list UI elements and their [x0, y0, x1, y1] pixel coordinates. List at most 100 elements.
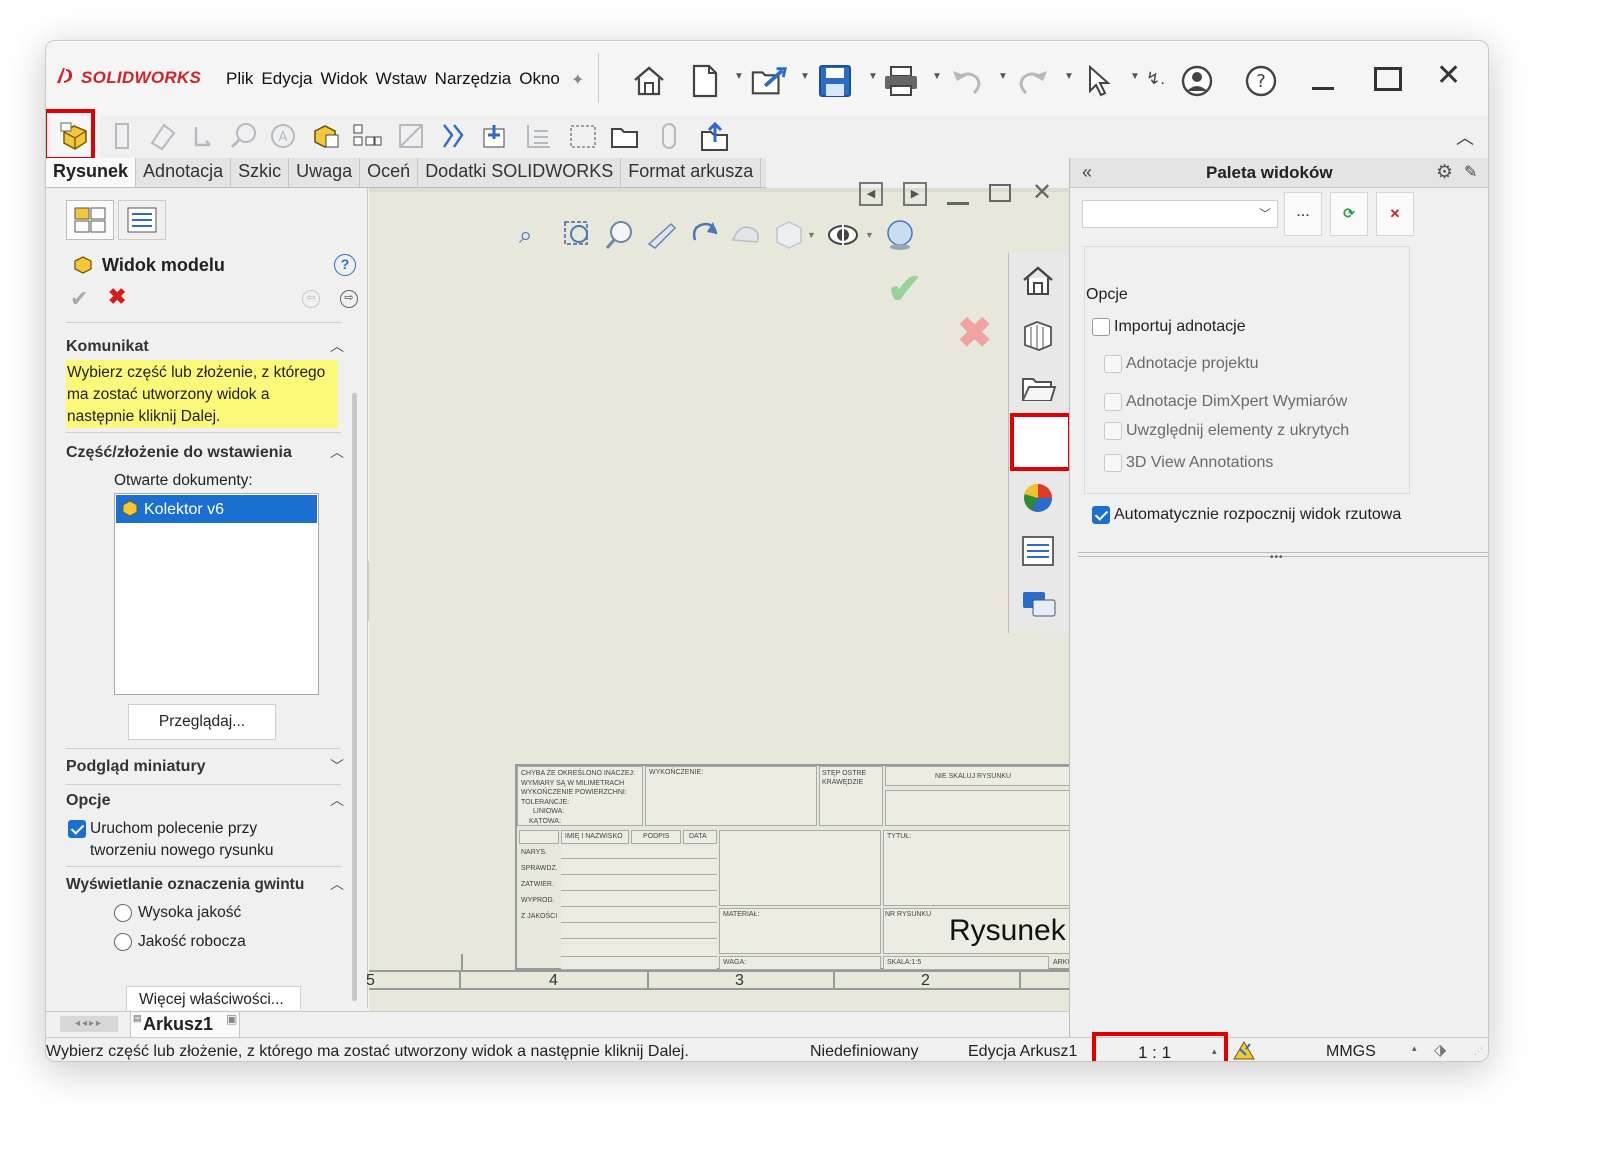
restore-doc-button[interactable]: [989, 184, 1011, 202]
tab-szkic[interactable]: Szkic: [231, 158, 290, 187]
section-part-header[interactable]: Część/złożenie do wstawienia: [66, 444, 292, 462]
print-dropdown-icon[interactable]: ▼: [932, 71, 942, 82]
standard-3-view-icon[interactable]: [308, 119, 342, 153]
confirm-cancel-icon[interactable]: ✖: [957, 308, 992, 357]
detail-view-icon[interactable]: [226, 119, 260, 153]
save-dropdown-icon[interactable]: ▼: [868, 71, 878, 82]
tab-format-arkusza[interactable]: Format arkusza: [621, 158, 762, 187]
display-style-icon[interactable]: [729, 220, 763, 255]
drawing-canvas[interactable]: ⌕ ▼ ▼ ◀ ▶ ✕ ✔ ✖ CHYBA ŻE OKREŚLONO INACZ…: [366, 179, 1073, 1011]
rebuild-status-icon[interactable]: [1232, 1039, 1256, 1061]
maximize-button[interactable]: [1374, 67, 1402, 91]
confirm-ok-icon[interactable]: ✔: [887, 264, 922, 313]
settings-gear-icon[interactable]: ⚙: [1436, 161, 1453, 184]
save-icon[interactable]: [816, 61, 854, 101]
browse-document-button[interactable]: ...: [1284, 192, 1322, 236]
help-button[interactable]: ?: [334, 254, 356, 276]
projected-view-icon[interactable]: [106, 119, 140, 153]
chevron-up-icon[interactable]: ︿: [330, 442, 344, 462]
menu-edycja[interactable]: Edycja: [257, 69, 316, 89]
section-komunikat-header[interactable]: Komunikat: [66, 338, 149, 356]
collapse-ribbon-icon[interactable]: ︿: [1456, 124, 1474, 150]
close-doc-button[interactable]: ✕: [1032, 178, 1052, 207]
list-item-kolektor[interactable]: Kolektor v6: [116, 495, 317, 523]
import-annotations-checkbox[interactable]: [1092, 318, 1110, 336]
home-icon[interactable]: [630, 61, 668, 101]
alternate-position-icon[interactable]: [436, 119, 470, 153]
unit-system[interactable]: MMGS: [1326, 1043, 1376, 1061]
undo-dropdown-icon[interactable]: ▼: [998, 71, 1008, 82]
help-icon[interactable]: ?: [1242, 61, 1280, 101]
pin-pane-icon[interactable]: ✎: [1464, 162, 1477, 182]
refresh-icon[interactable]: ⟳: [1330, 192, 1368, 236]
new-document-icon[interactable]: [686, 61, 724, 101]
menu-wstaw[interactable]: Wstaw: [372, 69, 431, 89]
minimize-button[interactable]: [1312, 87, 1334, 90]
update-view-icon[interactable]: [652, 119, 686, 153]
view3d-checkbox[interactable]: [1104, 454, 1122, 472]
clear-palette-icon[interactable]: ✕: [1376, 192, 1414, 236]
add-sheet-icon[interactable]: ▣: [226, 1012, 237, 1026]
solidworks-logo[interactable]: SOLIDWORKS: [54, 65, 201, 88]
auto-start-checkbox[interactable]: [1092, 506, 1110, 524]
redo-icon[interactable]: [1014, 61, 1052, 101]
table-view-icon[interactable]: [522, 119, 556, 153]
redo-dropdown-icon[interactable]: ▼: [1064, 71, 1074, 82]
appearances-icon[interactable]: [1021, 481, 1055, 520]
browse-button[interactable]: Przeglądaj...: [128, 704, 276, 740]
zoom-to-fit-icon[interactable]: ⌕: [519, 222, 532, 250]
tag-icon[interactable]: ⬗: [1434, 1040, 1446, 1060]
hide-show-icon[interactable]: [825, 220, 861, 255]
resources-home-icon[interactable]: [1021, 265, 1055, 302]
draft-quality-radio[interactable]: [114, 933, 132, 951]
menu-narzedzia[interactable]: Narzędzia: [431, 69, 516, 89]
section-thread-header[interactable]: Wyświetlanie oznaczenia gwintu: [66, 876, 304, 894]
cancel-x-icon[interactable]: ✖: [108, 284, 126, 310]
tab-rysunek[interactable]: Rysunek: [46, 158, 137, 187]
file-explorer-icon[interactable]: [1021, 373, 1057, 408]
scene-icon[interactable]: [883, 218, 917, 257]
minimize-doc-button[interactable]: [947, 202, 969, 205]
start-command-checkbox[interactable]: [68, 820, 86, 838]
units-dropdown-icon[interactable]: ▴: [1412, 1043, 1417, 1054]
select-dropdown-icon[interactable]: ▼: [1130, 71, 1140, 82]
menu-plik[interactable]: Plik: [222, 69, 257, 89]
user-account-icon[interactable]: [1178, 61, 1216, 101]
resize-grip-icon[interactable]: ⋰: [1474, 1046, 1483, 1057]
tab-ocen[interactable]: Oceń: [360, 158, 419, 187]
open-dropdown-icon[interactable]: ▼: [800, 71, 810, 82]
more-properties-button[interactable]: Więcej właściwości...: [126, 986, 301, 1010]
tab-uwaga[interactable]: Uwaga: [289, 158, 361, 187]
high-quality-radio[interactable]: [114, 904, 132, 922]
property-manager-tab[interactable]: [118, 200, 166, 240]
menu-okno[interactable]: Okno: [515, 69, 564, 89]
previous-sheet-icon[interactable]: ◀: [859, 182, 883, 206]
close-window-button[interactable]: ✕: [1436, 61, 1461, 91]
hidden-elements-checkbox[interactable]: [1104, 422, 1122, 440]
relative-view-icon[interactable]: [478, 119, 512, 153]
open-documents-list[interactable]: Kolektor v6: [114, 493, 319, 695]
view-layout-icon[interactable]: [350, 119, 384, 153]
pin-menu-icon[interactable]: ✦: [571, 70, 584, 90]
tab-dodatki[interactable]: Dodatki SOLIDWORKS: [418, 158, 622, 187]
back-arrow-icon[interactable]: ⇦: [302, 290, 320, 308]
undo-icon[interactable]: [948, 61, 986, 101]
open-icon[interactable]: [750, 61, 788, 101]
document-select[interactable]: ﹀: [1082, 200, 1278, 228]
chevron-up-icon[interactable]: ︿: [330, 790, 344, 810]
ok-check-icon[interactable]: ✔: [70, 286, 88, 312]
crop-view-icon[interactable]: [394, 119, 428, 153]
auxiliary-view-icon[interactable]: [146, 119, 180, 153]
new-dropdown-icon[interactable]: ▼: [734, 71, 744, 82]
print-icon[interactable]: [882, 61, 920, 101]
chevron-down-icon[interactable]: ﹀: [330, 756, 344, 776]
sheet-tab-arkusz1[interactable]: ▤ Arkusz1: [130, 1012, 240, 1038]
predefined-view-icon[interactable]: [608, 119, 642, 153]
dimxpert-checkbox[interactable]: [1104, 393, 1122, 411]
panel-scrollbar[interactable]: [352, 393, 357, 1001]
forum-icon[interactable]: [1021, 589, 1057, 626]
project-annotations-checkbox[interactable]: [1104, 355, 1122, 373]
view-orientation-dropdown-icon[interactable]: ▼: [807, 230, 816, 240]
collapse-pane-icon[interactable]: «: [1082, 162, 1092, 183]
hide-show-dropdown-icon[interactable]: ▼: [865, 230, 874, 240]
